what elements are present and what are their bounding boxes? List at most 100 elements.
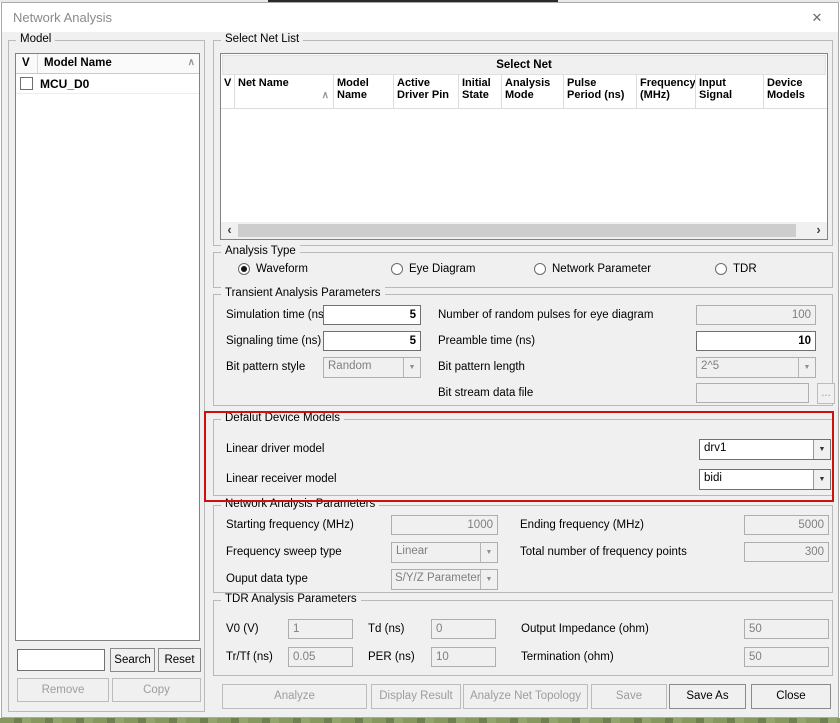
- bit-stream-file-field: [696, 383, 809, 403]
- analyze-net-topology-button: Analyze Net Topology: [463, 684, 588, 709]
- chevron-down-icon[interactable]: ▼: [813, 470, 830, 489]
- trtf-field: [288, 647, 353, 667]
- group-default-device-models-label: Defalut Device Models: [221, 412, 344, 424]
- preamble-time-field[interactable]: [696, 331, 816, 351]
- per-field: [431, 647, 496, 667]
- browse-button: ...: [817, 383, 835, 404]
- dialog-title: Network Analysis: [13, 3, 112, 32]
- col-analysis-mode[interactable]: Analysis Mode: [502, 75, 564, 109]
- frequency-sweep-type-dropdown: Linear ▼: [391, 542, 498, 563]
- model-search-input[interactable]: [17, 649, 105, 671]
- bit-pattern-style-dropdown: Random ▼: [323, 357, 421, 378]
- radio-icon: [391, 263, 403, 275]
- titlebar: Network Analysis ✕: [2, 3, 838, 32]
- group-network-params: Network Analysis Parameters Starting fre…: [213, 505, 833, 593]
- signaling-time-field[interactable]: [323, 331, 421, 351]
- chevron-down-icon: ▼: [480, 543, 497, 562]
- group-tdr-params: TDR Analysis Parameters V0 (V) Td (ns) O…: [213, 600, 833, 676]
- radio-selected-icon: [238, 263, 250, 275]
- col-pulse-period[interactable]: Pulse Period (ns): [564, 75, 637, 109]
- model-checkbox[interactable]: [20, 77, 33, 90]
- scroll-right-icon[interactable]: ›: [810, 222, 827, 239]
- model-list: V Model Name ∧ MCU_D0: [15, 53, 200, 641]
- simulation-time-field[interactable]: [323, 305, 421, 325]
- output-data-type-dropdown: S/Y/Z Parameter ▼: [391, 569, 498, 590]
- total-frequency-points-label: Total number of frequency points: [520, 546, 687, 558]
- termination-field: [744, 647, 829, 667]
- sort-ascending-icon: ∧: [322, 91, 329, 106]
- save-button: Save: [591, 684, 667, 709]
- display-result-button: Display Result: [371, 684, 461, 709]
- random-pulses-label: Number of random pulses for eye diagram: [438, 309, 653, 321]
- group-select-net-list-label: Select Net List: [221, 33, 303, 45]
- chevron-down-icon[interactable]: ▼: [813, 440, 830, 459]
- radio-tdr[interactable]: TDR: [715, 263, 757, 275]
- td-label: Td (ns): [368, 623, 404, 635]
- radio-icon: [715, 263, 727, 275]
- group-transient-params: Transient Analysis Parameters Simulation…: [213, 294, 833, 406]
- group-transient-label: Transient Analysis Parameters: [221, 287, 385, 299]
- output-impedance-label: Output Impedance (ohm): [521, 623, 649, 635]
- model-name-column-header[interactable]: Model Name ∧: [38, 54, 199, 73]
- search-button[interactable]: Search: [110, 648, 155, 672]
- close-button[interactable]: Close: [751, 684, 831, 709]
- output-impedance-field: [744, 619, 829, 639]
- ending-frequency-label: Ending frequency (MHz): [520, 519, 644, 531]
- model-list-header[interactable]: V Model Name ∧: [16, 54, 199, 74]
- bit-stream-file-label: Bit stream data file: [438, 387, 533, 399]
- close-icon[interactable]: ✕: [806, 3, 828, 32]
- scrollbar-thumb[interactable]: [238, 224, 796, 237]
- scroll-left-icon[interactable]: ‹: [221, 222, 238, 239]
- radio-eye-diagram[interactable]: Eye Diagram: [391, 263, 475, 275]
- bit-pattern-style-label: Bit pattern style: [226, 361, 305, 373]
- radio-network-parameter[interactable]: Network Parameter: [534, 263, 651, 275]
- linear-receiver-model-dropdown[interactable]: bidi ▼: [699, 469, 831, 490]
- total-frequency-points-field: [744, 542, 829, 562]
- col-check[interactable]: V: [221, 75, 235, 109]
- model-row-mcu-d0[interactable]: MCU_D0: [16, 74, 199, 94]
- bit-pattern-length-label: Bit pattern length: [438, 361, 525, 373]
- per-label: PER (ns): [368, 651, 415, 663]
- linear-driver-model-label: Linear driver model: [226, 443, 324, 455]
- col-initial-state[interactable]: Initial State: [459, 75, 502, 109]
- analyze-button: Analyze: [222, 684, 367, 709]
- select-net-button[interactable]: Select Net: [222, 55, 826, 75]
- screenshot-root: Network Analysis ✕ Model V Model Name ∧ …: [0, 0, 840, 723]
- linear-driver-model-dropdown[interactable]: drv1 ▼: [699, 439, 831, 460]
- col-model-name[interactable]: Model Name: [334, 75, 394, 109]
- col-active-driver-pin[interactable]: Active Driver Pin: [394, 75, 459, 109]
- net-table: Select Net V Net Name ∧ Model Name Activ…: [220, 53, 828, 240]
- group-network-params-label: Network Analysis Parameters: [221, 498, 379, 510]
- group-default-device-models: Defalut Device Models Linear driver mode…: [213, 419, 833, 496]
- ending-frequency-field: [744, 515, 829, 535]
- termination-label: Termination (ohm): [521, 651, 614, 663]
- linear-receiver-model-label: Linear receiver model: [226, 473, 337, 485]
- model-check-column-header[interactable]: V: [16, 54, 38, 73]
- group-tdr-params-label: TDR Analysis Parameters: [221, 593, 361, 605]
- simulation-time-label: Simulation time (ns): [226, 309, 328, 321]
- remove-button: Remove: [17, 678, 109, 702]
- save-as-button[interactable]: Save As: [669, 684, 746, 709]
- radio-waveform[interactable]: Waveform: [238, 263, 308, 275]
- signaling-time-label: Signaling time (ns): [226, 335, 321, 347]
- v0-field: [288, 619, 353, 639]
- preamble-time-label: Preamble time (ns): [438, 335, 535, 347]
- radio-icon: [534, 263, 546, 275]
- horizontal-scrollbar: ‹ ›: [221, 222, 827, 239]
- background-bottom-strip: [0, 718, 840, 723]
- col-frequency[interactable]: Frequency (MHz): [637, 75, 696, 109]
- frequency-sweep-type-label: Frequency sweep type: [226, 546, 342, 558]
- col-net-name[interactable]: Net Name ∧: [235, 75, 334, 109]
- group-analysis-type-label: Analysis Type: [221, 245, 300, 257]
- net-table-header: V Net Name ∧ Model Name Active Driver Pi…: [221, 75, 827, 109]
- bit-pattern-length-dropdown: 2^5 ▼: [696, 357, 816, 378]
- random-pulses-field: [696, 305, 816, 325]
- group-select-net-list: Select Net List Select Net V Net Name ∧ …: [213, 40, 833, 246]
- chevron-down-icon: ▼: [798, 358, 815, 377]
- copy-button: Copy: [112, 678, 201, 702]
- trtf-label: Tr/Tf (ns): [226, 651, 273, 663]
- chevron-down-icon: ▼: [403, 358, 420, 377]
- col-device-models[interactable]: Device Models: [764, 75, 827, 109]
- col-input-signal[interactable]: Input Signal: [696, 75, 764, 109]
- reset-button[interactable]: Reset: [158, 648, 201, 672]
